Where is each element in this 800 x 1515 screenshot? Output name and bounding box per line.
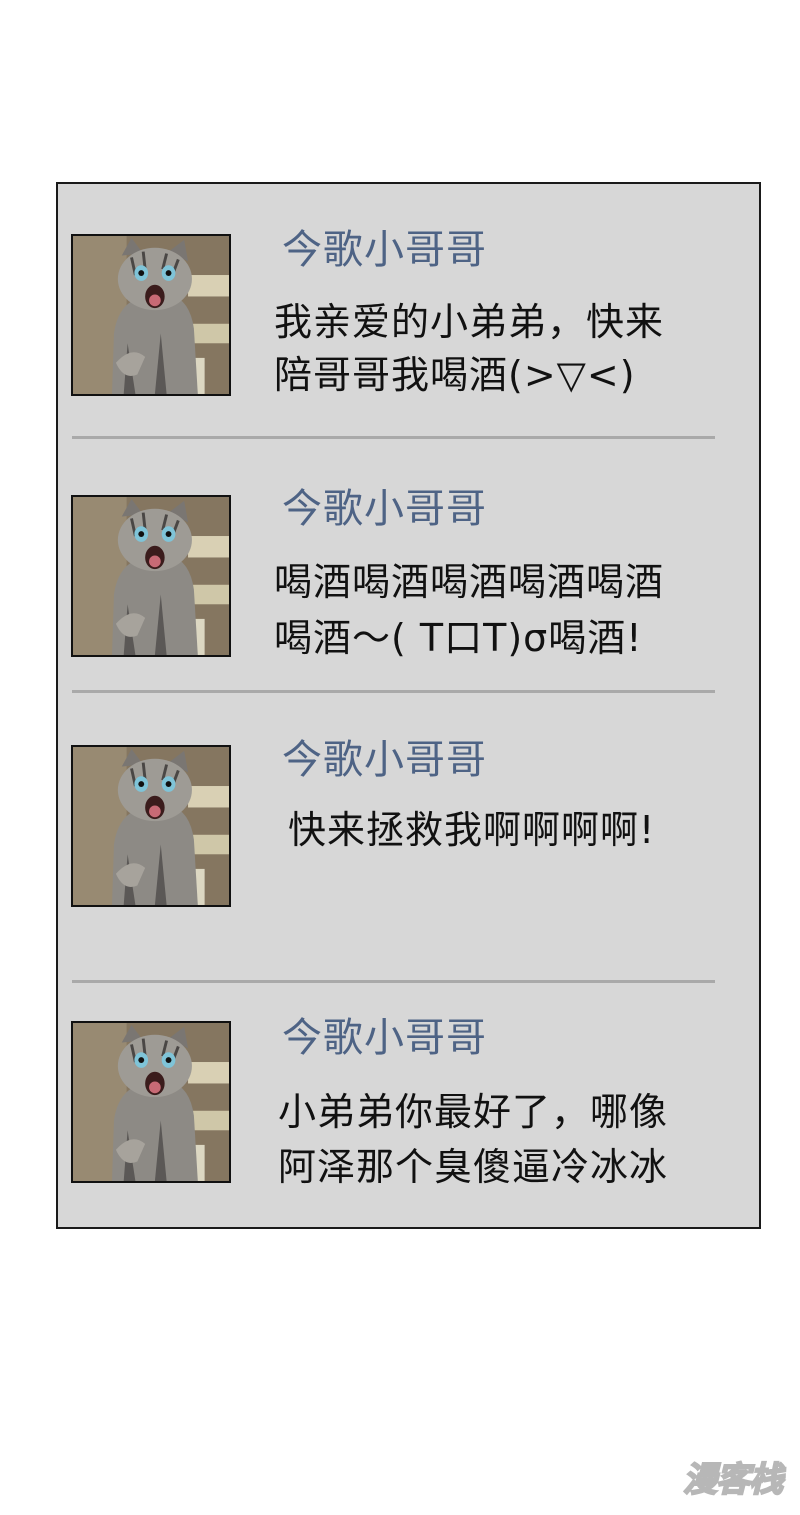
avatar bbox=[71, 495, 231, 657]
divider bbox=[72, 436, 715, 439]
message-text: 快来拯救我啊啊啊啊! bbox=[288, 808, 656, 852]
message-text: 我亲爱的小弟弟，快来 bbox=[274, 300, 665, 344]
message-text: 阿泽那个臭傻逼冷冰冰 bbox=[278, 1145, 669, 1189]
sender-name: 今歌小哥哥 bbox=[282, 227, 487, 273]
sender-name: 今歌小哥哥 bbox=[282, 486, 487, 532]
watermark-logo: 漫客栈 bbox=[682, 1459, 784, 1501]
screaming-cat-avatar-icon bbox=[73, 747, 229, 905]
chat-panel: 今歌小哥哥 我亲爱的小弟弟，快来 陪哥哥我喝酒(>▽<) 今歌小哥哥 喝酒喝酒喝… bbox=[56, 182, 761, 1229]
message-text: 陪哥哥我喝酒(>▽<) bbox=[274, 353, 636, 397]
avatar bbox=[71, 234, 231, 396]
message-text: 喝酒喝酒喝酒喝酒喝酒 bbox=[274, 560, 665, 604]
avatar bbox=[71, 745, 231, 907]
message-text: 小弟弟你最好了，哪像 bbox=[278, 1090, 669, 1134]
sender-name: 今歌小哥哥 bbox=[282, 737, 487, 783]
divider bbox=[72, 690, 715, 693]
screaming-cat-avatar-icon bbox=[73, 236, 229, 394]
screaming-cat-avatar-icon bbox=[73, 1023, 229, 1181]
sender-name: 今歌小哥哥 bbox=[282, 1015, 487, 1061]
screaming-cat-avatar-icon bbox=[73, 497, 229, 655]
avatar bbox=[71, 1021, 231, 1183]
divider bbox=[72, 980, 715, 983]
message-text: 喝酒～( T口T)σ喝酒! bbox=[274, 616, 643, 660]
